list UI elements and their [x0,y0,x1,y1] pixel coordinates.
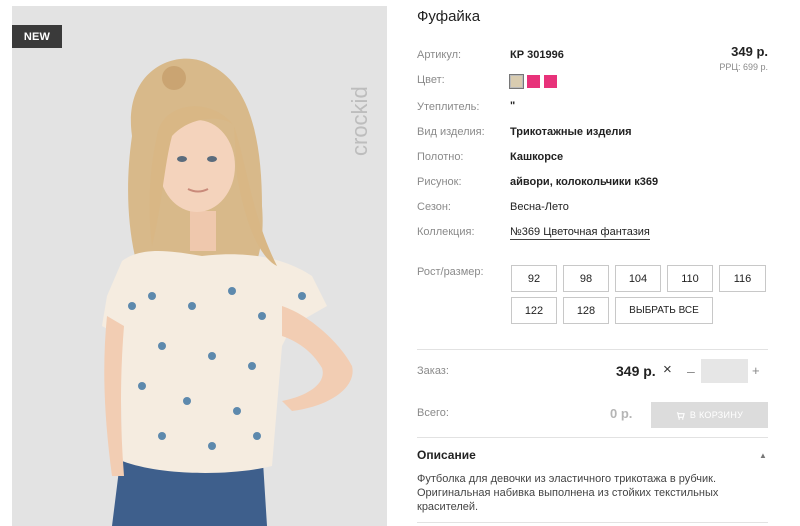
product-price: 349 р. [731,44,768,59]
insulation-label: Утеплитель: [417,101,480,113]
fabric-label: Полотно: [417,151,464,163]
color-swatches [509,74,557,89]
size-button-98[interactable]: 98 [563,265,609,292]
article-value: КР 301996 [510,49,564,61]
brand-logo-text: crockid [347,86,372,156]
order-price: 349 р. [616,363,656,379]
total-value: 0 р. [610,406,633,421]
cart-icon [676,411,685,420]
add-to-cart-button[interactable]: В КОРЗИНУ [651,402,768,428]
size-button-110[interactable]: 110 [667,265,713,292]
times-icon: × [663,361,672,378]
brand-logo: crockid [347,86,372,156]
quantity-input[interactable] [701,359,748,383]
size-label: Рост/размер: [417,266,484,278]
type-value: Трикотажные изделия [510,126,632,138]
color-swatch-1[interactable] [509,74,524,89]
divider [417,349,768,350]
size-button-92[interactable]: 92 [511,265,557,292]
size-button-116[interactable]: 116 [719,265,766,292]
insulation-value: " [510,100,516,112]
size-button-128[interactable]: 128 [563,297,609,324]
total-label: Всего: [417,407,449,419]
collapse-arrow-icon[interactable]: ▲ [759,451,767,460]
collection-label: Коллекция: [417,226,475,238]
pattern-value: айвори, колокольчики к369 [510,176,659,188]
season-value: Весна-Лето [510,201,569,213]
new-badge: NEW [12,25,62,48]
quantity-plus-button[interactable]: + [752,363,760,378]
quantity-minus-button[interactable]: – [687,363,695,379]
divider [417,437,768,438]
color-label: Цвет: [417,74,445,86]
article-label: Артикул: [417,49,462,61]
size-button-104[interactable]: 104 [615,265,661,292]
description-text: Футболка для девочки из эластичного трик… [417,473,719,513]
order-label: Заказ: [417,365,449,377]
type-label: Вид изделия: [417,126,485,138]
season-label: Сезон: [417,201,451,213]
divider [417,522,768,523]
select-all-button[interactable]: ВЫБРАТЬ ВСЕ [615,297,713,324]
color-swatch-3[interactable] [544,75,557,88]
add-to-cart-label: В КОРЗИНУ [689,410,744,420]
collection-link[interactable]: №369 Цветочная фантазия [510,226,650,240]
pattern-label: Рисунок: [417,176,462,188]
product-rrp: РРЦ: 699 р. [719,62,768,72]
product-title: Фуфайка [417,8,481,25]
product-photo[interactable]: NEW crockid [12,6,387,526]
size-button-122[interactable]: 122 [511,297,557,324]
color-swatch-2[interactable] [527,75,540,88]
fabric-value: Кашкорсе [510,151,564,163]
product-photo-illustration [102,58,353,526]
description-title[interactable]: Описание [417,448,476,462]
